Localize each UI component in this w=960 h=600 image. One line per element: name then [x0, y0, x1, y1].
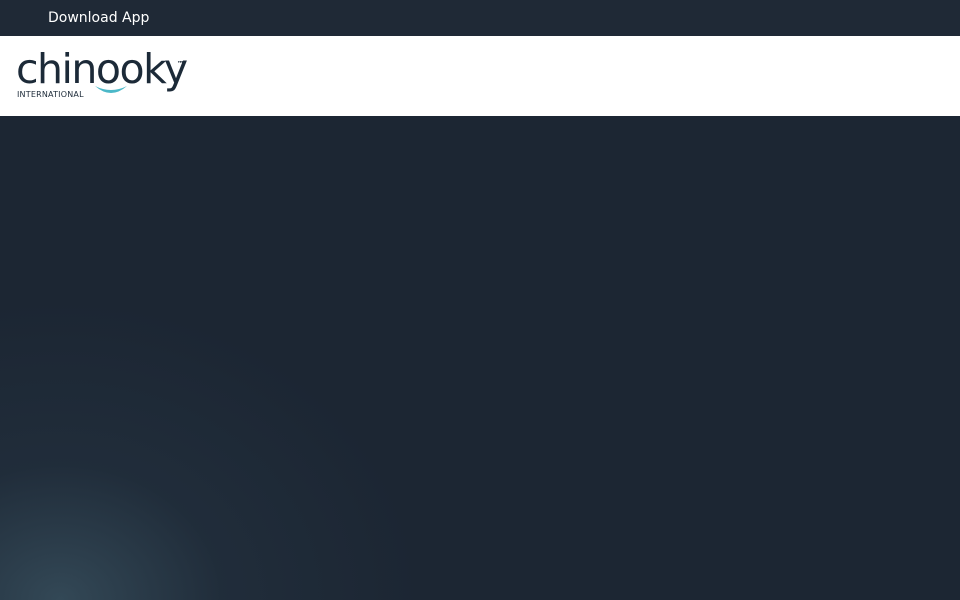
site-header: chinooky ™ INTERNATIONAL: [0, 36, 960, 116]
brand-logo[interactable]: chinooky ™ INTERNATIONAL: [16, 46, 188, 102]
logo-subtitle: INTERNATIONAL: [17, 90, 84, 99]
top-bar: Download App: [0, 0, 960, 36]
download-app-link[interactable]: Download App: [48, 9, 149, 27]
logo-trademark: ™: [177, 60, 184, 68]
hero-background: [0, 116, 960, 600]
smile-swoosh-icon: [95, 86, 127, 93]
